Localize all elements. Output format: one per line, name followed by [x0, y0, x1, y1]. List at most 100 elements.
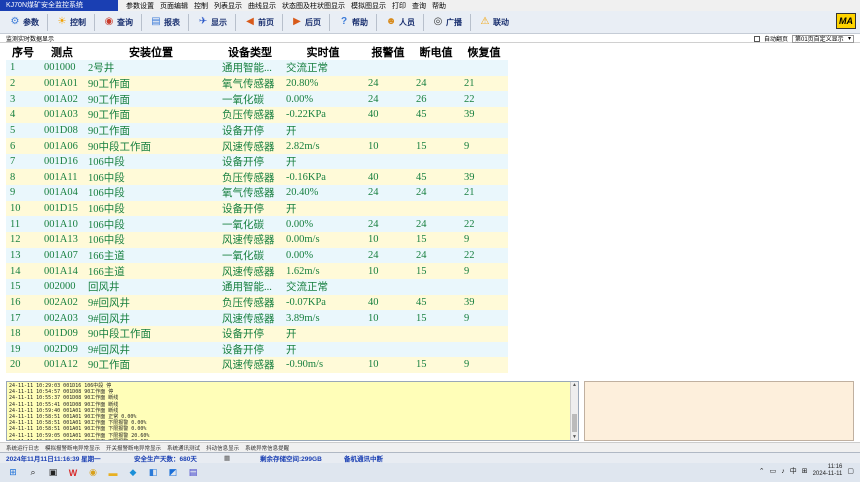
chevron-up-icon[interactable]: ⌃ [759, 467, 765, 475]
table-row[interactable]: 11 001A10 106中段 一氧化碳 0.00% 24 24 22 [6, 216, 508, 233]
table-row[interactable]: 9 001A04 106中段 氧气传感器 20.40% 24 24 21 [6, 185, 508, 201]
personnel-button[interactable]: ☻ 人员 [382, 13, 418, 32]
network-icon[interactable]: ▭ [770, 467, 777, 475]
col-header-device-type[interactable]: 设备类型 [218, 44, 282, 60]
app-icon[interactable]: ◆ [126, 466, 140, 480]
cell-alarm: 10 [364, 138, 412, 154]
cell-device-type: 氧气传感器 [218, 185, 282, 201]
tab-jitter[interactable]: 抖动信息显示 [206, 444, 239, 452]
display-button[interactable]: ✈ 显示 [194, 13, 230, 32]
col-header-alarm[interactable]: 报警值 [364, 44, 412, 60]
col-header-location[interactable]: 安装位置 [84, 44, 218, 60]
app-icon[interactable]: ◧ [146, 466, 160, 480]
tab-comm-test[interactable]: 系统通讯测试 [167, 444, 200, 452]
help-button[interactable]: ? 帮助 [335, 13, 371, 32]
report-button[interactable]: ▤ 报表 [147, 13, 183, 32]
input-language[interactable]: 中 [790, 466, 797, 476]
broadcast-button-label: 广播 [446, 17, 462, 27]
input-method-icon[interactable]: ⊞ [802, 467, 808, 475]
table-row[interactable]: 19 002D09 9#回风井 设备开停开 [6, 341, 508, 358]
menu-item-list[interactable]: 列表显示 [214, 1, 242, 11]
page-select[interactable]: 第01页自定义显示 ▾ [792, 34, 854, 43]
auto-page-checkbox[interactable] [753, 35, 760, 42]
calendar-icon: ▦ [224, 455, 231, 462]
search-icon[interactable]: ⌕ [26, 466, 40, 480]
gear-icon: ⚙ [10, 16, 20, 27]
menu-item-page-edit[interactable]: 页面编辑 [160, 1, 188, 11]
cell-point: 001A12 [40, 357, 84, 373]
table-row[interactable]: 14 001A14 166主道 风速传感器 1.62m/s 10 15 9 [6, 263, 508, 279]
table-row[interactable]: 13 001A07 166主道 一氧化碳 0.00% 24 24 22 [6, 247, 508, 264]
col-header-power-off[interactable]: 断电值 [412, 44, 460, 60]
menu-item-control[interactable]: 控制 [194, 1, 208, 11]
table-row[interactable]: 10 001D15 106中段 设备开停开 [6, 200, 508, 217]
table-row[interactable]: 16 002A02 9#回风井 负压传感器 -0.07KPa 40 45 39 [6, 294, 508, 311]
panel-title: 监测实时数据显示 [6, 36, 55, 43]
cell-device-type: 设备开停 [218, 122, 282, 139]
task-view-icon[interactable]: ▣ [46, 466, 60, 480]
app-icon[interactable]: ◩ [166, 466, 180, 480]
params-button[interactable]: ⚙ 参数 [6, 13, 42, 32]
people-icon: ☻ [385, 16, 397, 27]
tab-sim-alarm[interactable]: 模拟报警断电异常显示 [45, 444, 100, 452]
table-row[interactable]: 5 001D08 90工作面 设备开停开 [6, 122, 508, 139]
cell-index: 5 [6, 122, 40, 139]
cell-device-type: 风速传感器 [218, 138, 282, 154]
tab-system-alert[interactable]: 系统异常信息提醒 [245, 444, 289, 452]
tab-switch-alarm[interactable]: 开关报警断电异常显示 [106, 444, 161, 452]
menu-item-print[interactable]: 打印 [392, 1, 406, 11]
cell-recovery [460, 341, 508, 358]
scroll-thumb[interactable] [572, 414, 577, 432]
log-scrollbar[interactable]: ▲ ▼ [570, 382, 578, 440]
notification-icon[interactable]: ▢ [847, 467, 854, 475]
query-button[interactable]: ◉ 查询 [100, 13, 136, 32]
table-row[interactable]: 4 001A03 90工作面 负压传感器 -0.22KPa 40 45 39 [6, 106, 508, 123]
scroll-up-icon[interactable]: ▲ [571, 382, 578, 388]
table-row[interactable]: 15 002000 回风井 通用智能... 交流正常 [6, 278, 508, 295]
linkage-button[interactable]: ⚠ 联动 [476, 13, 512, 32]
menu-item-curve[interactable]: 曲线显示 [248, 1, 276, 11]
menu-item-params[interactable]: 参数设置 [126, 1, 154, 11]
menu-item-status-chart[interactable]: 状态图及柱状图显示 [282, 1, 345, 11]
table-row[interactable]: 3 001A02 90工作面 一氧化碳 0.00% 24 26 22 [6, 91, 508, 107]
log-line[interactable]: 24-11-11 10:59:06 001A01 90工作面 下限报警 20.6… [9, 439, 569, 440]
status-safe-days: 安全生产天数：680天 [134, 456, 197, 463]
help-icon: ? [340, 16, 348, 27]
clock[interactable]: 11:16 2024-11-11 [813, 464, 843, 478]
control-button[interactable]: ☀ 控制 [53, 13, 89, 32]
table-row[interactable]: 6 001A06 90中段工作面 风速传感器 2.82m/s 10 15 9 [6, 138, 508, 154]
table-row[interactable]: 1 001000 2号井 通用智能... 交流正常 [6, 60, 508, 76]
menu-item-query[interactable]: 查询 [412, 1, 426, 11]
menu-item-simulation[interactable]: 模拟图显示 [351, 1, 386, 11]
cell-realtime: 开 [282, 341, 364, 358]
file-explorer-icon[interactable]: ▬ [106, 466, 120, 480]
app-icon[interactable]: ▤ [186, 466, 200, 480]
col-header-realtime[interactable]: 实时值 [282, 44, 364, 60]
cell-power-off: 15 [412, 138, 460, 154]
speaker-icon[interactable]: ♪ [781, 468, 785, 475]
chrome-icon[interactable]: ◉ [86, 466, 100, 480]
next-page-button[interactable]: ▶ 后页 [288, 13, 324, 32]
table-row[interactable]: 2 001A01 90工作面 氧气传感器 20.80% 24 24 21 [6, 75, 508, 92]
tab-system-log[interactable]: 系统运行日志 [6, 444, 39, 452]
cell-alarm: 40 [364, 294, 412, 311]
table-row[interactable]: 17 002A03 9#回风井 风速传感器 3.89m/s 10 15 9 [6, 310, 508, 326]
table-row[interactable]: 7 001D16 106中段 设备开停开 [6, 153, 508, 170]
table-row[interactable]: 12 001A13 106中段 风速传感器 0.00m/s 10 15 9 [6, 232, 508, 248]
table-row[interactable]: 20 001A12 90工作面 风速传感器 -0.90m/s 10 15 9 [6, 357, 508, 373]
table-row[interactable]: 18 001D09 90中段工作面 设备开停开 [6, 325, 508, 342]
col-header-index[interactable]: 序号 [6, 44, 40, 60]
broadcast-button[interactable]: ◎ 广播 [429, 13, 465, 32]
col-header-recovery[interactable]: 恢复值 [460, 44, 508, 60]
cell-location: 9#回风井 [84, 341, 218, 358]
col-header-point[interactable]: 测点 [40, 44, 84, 60]
auto-page-label: 自动翻页 [763, 37, 788, 43]
table-row[interactable]: 8 001A11 106中段 负压传感器 -0.16KPa 40 45 39 [6, 169, 508, 186]
prev-page-button[interactable]: ◀ 前页 [241, 13, 277, 32]
menu-item-help[interactable]: 帮助 [432, 1, 446, 11]
wps-icon[interactable]: W [66, 466, 80, 480]
cell-point: 002D09 [40, 341, 84, 358]
scroll-down-icon[interactable]: ▼ [571, 434, 578, 440]
cell-point: 001A06 [40, 138, 84, 154]
windows-start-icon[interactable]: ⊞ [6, 466, 20, 480]
